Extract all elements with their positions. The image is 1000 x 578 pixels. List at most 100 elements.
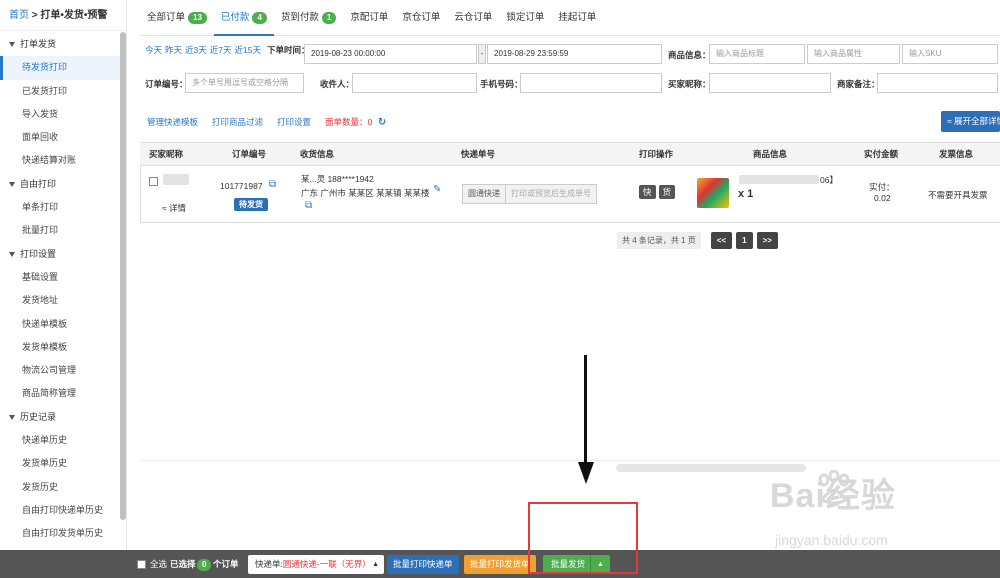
tab[interactable]: 云仓订单 (447, 0, 499, 36)
breadcrumb-home[interactable]: 首页 (9, 10, 29, 21)
tab[interactable]: 全部订单 13 (140, 0, 214, 36)
date-range-separator: - (478, 44, 486, 64)
quick-date-today[interactable]: 今天 (145, 44, 162, 56)
sidebar-item[interactable]: 自由打印发货单历史 (0, 522, 120, 545)
sidebar-group[interactable]: 打印设置 (0, 243, 120, 266)
sidebar-item-label: 发货历史 (22, 481, 59, 492)
caret-down-icon (9, 181, 15, 187)
sidebar-item[interactable]: 基础设置 (0, 266, 120, 289)
sidebar-item-label: 打印设置 (20, 248, 57, 259)
tab-label: 全部订单 (147, 11, 186, 23)
col-buyer-nick: 买家昵称 (149, 149, 184, 159)
manage-template-link[interactable]: 管理快递模板 (147, 116, 198, 128)
col-invoice: 发票信息 (939, 149, 974, 159)
expand-all-label: 展开全部详情 (954, 116, 1000, 126)
col-order-no: 订单编号 (232, 149, 267, 159)
refresh-icon[interactable]: ↻ (378, 117, 386, 128)
table-row[interactable]: ≈ 详情 101771987 ⧉ 待发货 某...灵 188****1942 广… (140, 166, 1000, 223)
product-title-input[interactable]: 输入商品标题 (709, 44, 805, 64)
tab[interactable]: 京仓订单 (395, 0, 447, 36)
row-checkbox[interactable] (149, 177, 158, 186)
sku-input[interactable]: 输入SKU (902, 44, 998, 64)
row-order-no: 101771987 (220, 181, 263, 191)
tab[interactable]: 京配订单 (343, 0, 395, 36)
select-all-checkbox[interactable] (137, 560, 146, 569)
quick-date-yesterday[interactable]: 昨天 (165, 44, 182, 56)
sidebar-item[interactable]: 快递单模板 (0, 313, 120, 336)
caret-down-icon (9, 414, 15, 420)
sheet-count: 0 (367, 117, 373, 127)
annotation-highlight-box (528, 502, 638, 574)
sidebar-item-label: 快递结算对账 (22, 155, 77, 166)
quick-date-3days[interactable]: 近3天 (185, 44, 207, 56)
sidebar-item[interactable]: 发货单历史 (0, 452, 120, 475)
sidebar-item-label: 导入发货 (22, 108, 59, 119)
sidebar-group[interactable]: 历史记录 (0, 406, 120, 429)
sidebar-item[interactable]: 快递结算对账 (0, 149, 120, 172)
detail-chevron-icon: ≈ (162, 203, 167, 213)
caret-up-icon: ▲ (372, 561, 379, 568)
orders-unit: 个订单 (213, 559, 239, 569)
row-detail-label: 详情 (169, 203, 187, 213)
sidebar-item[interactable]: 发货历史 (0, 476, 120, 499)
sidebar-group[interactable]: 打单发货 (0, 33, 120, 56)
sidebar-item[interactable]: 发货单模板 (0, 336, 120, 359)
phone-input[interactable] (520, 73, 662, 93)
sidebar-item[interactable]: 批量打印 (0, 219, 120, 242)
sidebar-item[interactable]: 已发货打印 (0, 80, 120, 103)
row-detail-link[interactable]: ≈ 详情 (162, 202, 186, 214)
express-no-field[interactable]: 圆通快递 打印或预览后生成单号 (462, 184, 597, 204)
sidebar-item[interactable]: 发货地址 (0, 289, 120, 312)
pager-next[interactable]: >> (756, 232, 778, 249)
product-title-blurred (739, 175, 819, 184)
sidebar-item-label: 发货地址 (22, 295, 59, 306)
product-info-label: 商品信息： (668, 50, 711, 60)
copy-icon[interactable]: ⧉ (269, 179, 276, 190)
tab-label: 挂起订单 (558, 11, 597, 23)
receiver-label: 收件人： (320, 79, 355, 89)
batch-print-invoice-button[interactable]: 批量打印发货单 (464, 555, 536, 574)
merchant-remark-input[interactable] (877, 73, 998, 93)
print-invoice-button[interactable]: 货 (658, 185, 676, 199)
sidebar-item-label: 历史记录 (20, 411, 57, 422)
print-settings-link[interactable]: 打印设置 (277, 116, 311, 128)
sidebar-item[interactable]: 导入发货 (0, 103, 120, 126)
quick-date-7days[interactable]: 近7天 (210, 44, 232, 56)
tab-label: 已付款 (220, 11, 250, 23)
receiver-input[interactable] (352, 73, 477, 93)
edit-icon[interactable]: ✎ (433, 184, 441, 195)
sidebar-item[interactable]: 物流公司管理 (0, 359, 120, 382)
tab[interactable]: 挂起订单 (551, 0, 603, 36)
sidebar-item[interactable]: 自由打印快递单历史 (0, 499, 120, 522)
sidebar-item[interactable]: 待发货打印 (0, 56, 120, 80)
sidebar-item[interactable]: 快递单历史 (0, 429, 120, 452)
sidebar-item[interactable]: 单条打印 (0, 196, 120, 219)
tab-count-badge: 1 (321, 11, 337, 24)
product-attr-input[interactable]: 输入商品属性 (807, 44, 900, 64)
buyer-nick-input[interactable] (709, 73, 831, 93)
date-to-input[interactable]: 2019-08-29 23:59:59 (487, 44, 662, 64)
expand-all-button[interactable]: ≈ 展开全部详情 (941, 111, 1000, 132)
order-no-input[interactable]: 多个单号用逗号或空格分隔 (185, 73, 304, 93)
batch-print-express-button[interactable]: 批量打印快递单 (387, 555, 459, 574)
pager-prev[interactable]: << (710, 232, 733, 249)
sidebar-group[interactable]: 自由打印 (0, 173, 120, 196)
breadcrumb: 首页 > 打单•发货•预警 (0, 0, 126, 31)
date-from-input[interactable]: 2019-08-23 00:00:00 (304, 44, 477, 64)
select-all-label[interactable]: 全选 (150, 555, 167, 574)
tab[interactable]: 货到付款 1 (274, 0, 343, 36)
print-filter-link[interactable]: 打印商品过滤 (212, 116, 263, 128)
copy-address-icon[interactable]: ⧉ (305, 200, 312, 211)
pager-page-1[interactable]: 1 (736, 232, 753, 249)
quick-date-15days[interactable]: 近15天 (235, 44, 261, 56)
order-no-label: 订单编号： (145, 79, 188, 89)
breadcrumb-current: 打单•发货•预警 (40, 10, 108, 21)
sidebar-scrollbar[interactable] (120, 32, 126, 520)
caret-down-icon (9, 251, 15, 257)
express-template-select[interactable]: 快递单:圆通快递-一联（无界） ▲ (248, 555, 384, 574)
sidebar-item[interactable]: 面单回收 (0, 126, 120, 149)
sidebar-item[interactable]: 商品简称管理 (0, 382, 120, 405)
tab[interactable]: 锁定订单 (499, 0, 551, 36)
print-express-button[interactable]: 快 (639, 185, 656, 199)
tab[interactable]: 已付款 4 (213, 0, 274, 36)
